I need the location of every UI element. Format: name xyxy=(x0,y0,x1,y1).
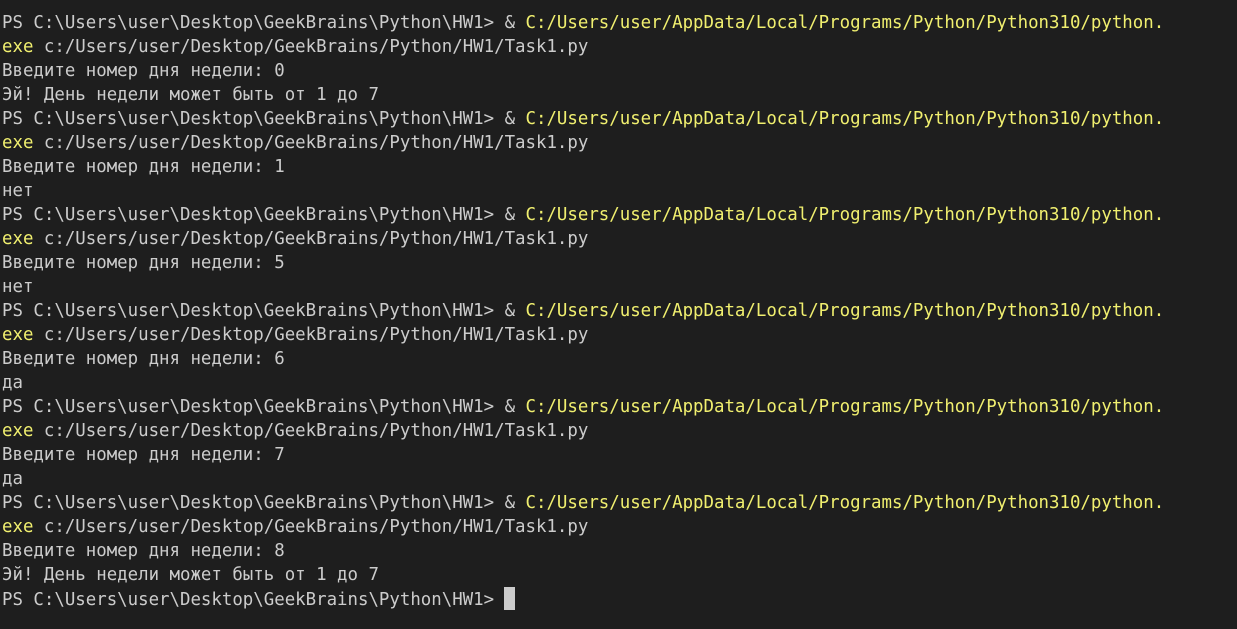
command-line-continued: exe c:/Users/user/Desktop/GeekBrains/Pyt… xyxy=(2,419,1237,443)
call-operator: & xyxy=(504,205,526,225)
python-exe-path: C:/Users/user/AppData/Local/Programs/Pyt… xyxy=(525,493,1165,513)
command-line-continued: exe c:/Users/user/Desktop/GeekBrains/Pyt… xyxy=(2,131,1237,155)
command-line: PS C:\Users\user\Desktop\GeekBrains\Pyth… xyxy=(2,107,1237,131)
python-exe-path: C:/Users/user/AppData/Local/Programs/Pyt… xyxy=(525,13,1165,33)
input-prompt-line: Введите номер дня недели: 7 xyxy=(2,445,285,465)
terminal-output: PS C:\Users\user\Desktop\GeekBrains\Pyth… xyxy=(2,11,1237,587)
python-exe-tail: exe xyxy=(2,229,34,249)
prompt-text: PS C:\Users\user\Desktop\GeekBrains\Pyth… xyxy=(2,301,505,321)
python-exe-path: C:/Users/user/AppData/Local/Programs/Pyt… xyxy=(525,397,1165,417)
input-prompt-line: Введите номер дня недели: 0 xyxy=(2,61,285,81)
script-path: c:/Users/user/Desktop/GeekBrains/Python/… xyxy=(33,325,589,345)
script-path: c:/Users/user/Desktop/GeekBrains/Python/… xyxy=(33,517,589,537)
call-operator: & xyxy=(504,397,526,417)
command-line-continued: exe c:/Users/user/Desktop/GeekBrains/Pyt… xyxy=(2,323,1237,347)
python-exe-tail: exe xyxy=(2,133,34,153)
prompt-text: PS C:\Users\user\Desktop\GeekBrains\Pyth… xyxy=(2,13,505,33)
prompt-text: PS C:\Users\user\Desktop\GeekBrains\Pyth… xyxy=(2,493,505,513)
command-line: PS C:\Users\user\Desktop\GeekBrains\Pyth… xyxy=(2,299,1237,323)
script-path: c:/Users/user/Desktop/GeekBrains/Python/… xyxy=(33,133,589,153)
terminal-window[interactable]: PS C:\Users\user\Desktop\GeekBrains\Pyth… xyxy=(0,0,1237,629)
final-prompt: PS C:\Users\user\Desktop\GeekBrains\Pyth… xyxy=(2,590,495,610)
text-cursor xyxy=(504,587,516,610)
python-exe-path: C:/Users/user/AppData/Local/Programs/Pyt… xyxy=(525,301,1165,321)
python-exe-tail: exe xyxy=(2,37,34,57)
call-operator: & xyxy=(504,301,526,321)
call-operator: & xyxy=(504,13,526,33)
command-line-continued: exe c:/Users/user/Desktop/GeekBrains/Pyt… xyxy=(2,227,1237,251)
python-exe-path: C:/Users/user/AppData/Local/Programs/Pyt… xyxy=(525,205,1165,225)
input-prompt-line: Введите номер дня недели: 8 xyxy=(2,541,285,561)
program-output-line: Эй! День недели может быть от 1 до 7 xyxy=(2,85,379,105)
current-prompt-line[interactable]: PS C:\Users\user\Desktop\GeekBrains\Pyth… xyxy=(2,587,1237,611)
python-exe-tail: exe xyxy=(2,517,34,537)
command-line: PS C:\Users\user\Desktop\GeekBrains\Pyth… xyxy=(2,203,1237,227)
call-operator: & xyxy=(504,493,526,513)
program-output-line: Эй! День недели может быть от 1 до 7 xyxy=(2,565,379,585)
script-path: c:/Users/user/Desktop/GeekBrains/Python/… xyxy=(33,421,589,441)
python-exe-path: C:/Users/user/AppData/Local/Programs/Pyt… xyxy=(525,109,1165,129)
input-prompt-line: Введите номер дня недели: 5 xyxy=(2,253,285,273)
prompt-text: PS C:\Users\user\Desktop\GeekBrains\Pyth… xyxy=(2,397,505,417)
command-line: PS C:\Users\user\Desktop\GeekBrains\Pyth… xyxy=(2,11,1237,35)
prompt-text: PS C:\Users\user\Desktop\GeekBrains\Pyth… xyxy=(2,109,505,129)
program-output-line: да xyxy=(2,373,23,393)
program-output-line: нет xyxy=(2,181,34,201)
command-line-continued: exe c:/Users/user/Desktop/GeekBrains/Pyt… xyxy=(2,35,1237,59)
program-output-line: да xyxy=(2,469,23,489)
call-operator: & xyxy=(504,109,526,129)
script-path: c:/Users/user/Desktop/GeekBrains/Python/… xyxy=(33,37,589,57)
prompt-text: PS C:\Users\user\Desktop\GeekBrains\Pyth… xyxy=(2,205,505,225)
program-output-line: нет xyxy=(2,277,34,297)
input-prompt-line: Введите номер дня недели: 1 xyxy=(2,157,285,177)
python-exe-tail: exe xyxy=(2,325,34,345)
python-exe-tail: exe xyxy=(2,421,34,441)
input-prompt-line: Введите номер дня недели: 6 xyxy=(2,349,285,369)
command-line-continued: exe c:/Users/user/Desktop/GeekBrains/Pyt… xyxy=(2,515,1237,539)
command-line: PS C:\Users\user\Desktop\GeekBrains\Pyth… xyxy=(2,395,1237,419)
command-line: PS C:\Users\user\Desktop\GeekBrains\Pyth… xyxy=(2,491,1237,515)
script-path: c:/Users/user/Desktop/GeekBrains/Python/… xyxy=(33,229,589,249)
